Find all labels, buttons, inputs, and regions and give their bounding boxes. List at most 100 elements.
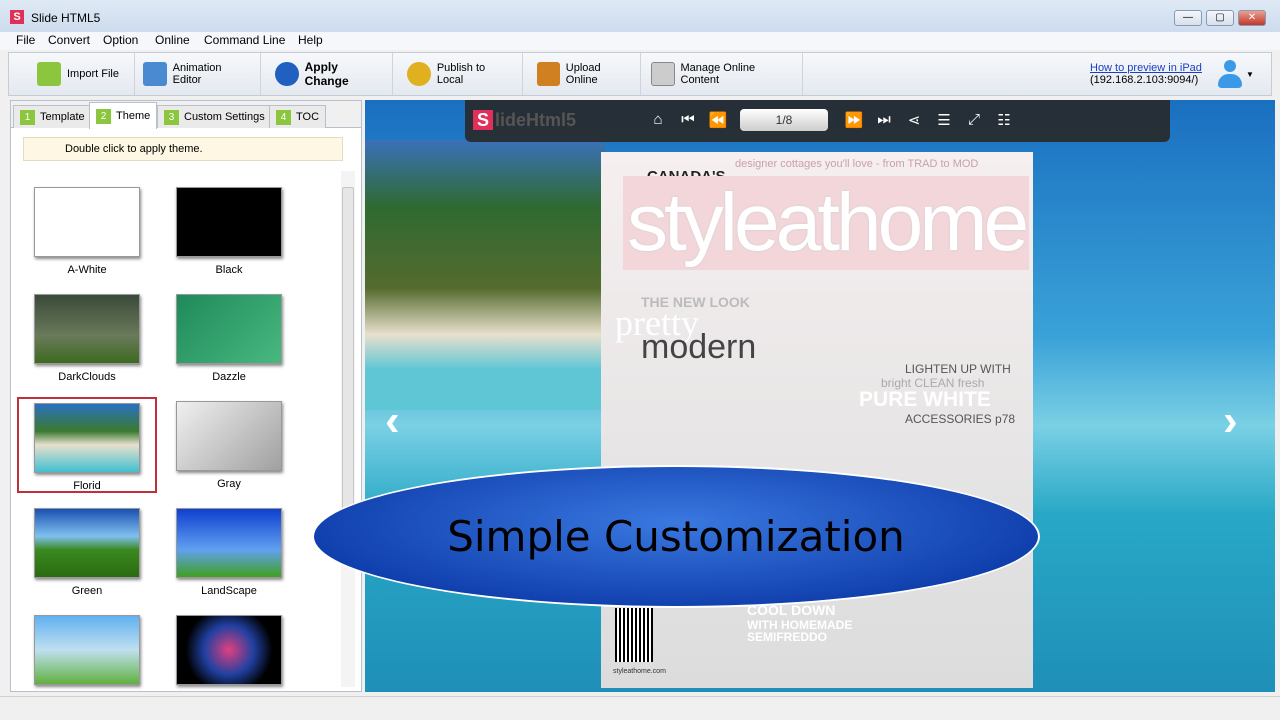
theme-thumbnail — [176, 294, 282, 364]
theme-florid[interactable]: Florid — [17, 397, 157, 493]
notes-icon[interactable]: ☰ — [933, 111, 955, 129]
ipad-preview: How to preview in iPad (192.168.2.103:90… — [1090, 62, 1202, 86]
menu-help[interactable]: Help — [298, 33, 323, 47]
title-bar: S Slide HTML5 — ▢ ✕ — [0, 0, 1280, 32]
theme-thumbnail — [176, 187, 282, 257]
beach-background — [365, 140, 605, 410]
mag-title: styleathome — [623, 176, 1029, 270]
tab-theme[interactable]: 2 Theme — [89, 102, 158, 129]
user-account-icon[interactable]: ▼ — [1218, 60, 1254, 90]
caption-banner: Simple Customization — [312, 465, 1040, 608]
apply-change-button[interactable]: Apply Change — [267, 53, 393, 95]
share-icon[interactable]: ⋖ — [903, 111, 925, 129]
scrollbar[interactable] — [341, 171, 355, 687]
theme-thumbnail — [34, 508, 140, 578]
ipad-preview-link[interactable]: How to preview in iPad — [1090, 62, 1202, 74]
theme-thumbnail — [176, 401, 282, 471]
manage-label: Manage Online Content — [680, 62, 756, 86]
theme-label: Dazzle — [212, 371, 246, 383]
panel-tabs: 1 Template 2 Theme 3 Custom Settings 4 TOC — [11, 101, 361, 129]
mag-text: styleathome.com — [613, 668, 666, 675]
theme-item[interactable] — [159, 611, 299, 707]
tab-label: Template — [40, 111, 85, 123]
mag-text: LIGHTEN UP WITH — [905, 362, 1011, 376]
prev-arrow-icon[interactable]: ‹ — [385, 396, 400, 446]
tab-label: Theme — [116, 110, 151, 122]
previous-page-icon[interactable]: ⏪ — [707, 111, 729, 129]
theme-label: Florid — [73, 480, 101, 492]
tab-label: TOC — [296, 111, 320, 123]
close-button[interactable]: ✕ — [1238, 10, 1266, 26]
menu-command-line[interactable]: Command Line — [204, 33, 285, 47]
theme-label: Gray — [217, 478, 241, 490]
next-page-icon[interactable]: ⏩ — [843, 111, 865, 129]
window-title: Slide HTML5 — [31, 11, 101, 25]
theme-thumbnail — [176, 615, 282, 685]
theme-black[interactable]: Black — [159, 183, 299, 279]
upload-online-icon — [537, 62, 560, 86]
mag-text: designer cottages you'll love - from TRA… — [735, 158, 979, 170]
upload-online-button[interactable]: Upload Online — [529, 53, 641, 95]
left-panel: 1 Template 2 Theme 3 Custom Settings 4 TOC D… — [10, 100, 362, 692]
barcode-icon — [615, 608, 653, 662]
tab-custom-settings[interactable]: 3 Custom Settings — [157, 105, 272, 128]
publish-to-local-button[interactable]: Publish to Local — [399, 53, 523, 95]
tab-label: Custom Settings — [184, 111, 265, 123]
status-bar — [0, 696, 1280, 720]
last-page-icon[interactable]: ⏭ — [873, 111, 895, 128]
maximize-button[interactable]: ▢ — [1206, 10, 1234, 26]
page-number-input[interactable]: 1/8 — [740, 109, 828, 131]
theme-dazzle[interactable]: Dazzle — [159, 290, 299, 386]
menu-option[interactable]: Option — [103, 33, 138, 47]
import-file-label: Import File — [67, 68, 119, 80]
home-icon[interactable]: ⌂ — [647, 111, 669, 128]
minimize-button[interactable]: — — [1174, 10, 1202, 26]
theme-thumbnail — [34, 403, 140, 473]
publish-label: Publish to Local — [436, 62, 486, 86]
tab-template[interactable]: 1 Template — [13, 105, 92, 128]
tab-number: 3 — [164, 109, 179, 125]
theme-label: A-White — [67, 264, 107, 276]
viewer-toolbar: SlideHtml5 ⌂ ⏮ ⏪ 1/8 ⏩ ⏭ ⋖ ☰ ⤢ ☷ — [465, 100, 1170, 142]
tab-number: 4 — [276, 109, 291, 125]
menu-file[interactable]: File — [16, 33, 35, 47]
next-arrow-icon[interactable]: › — [1223, 396, 1238, 446]
fullscreen-icon[interactable]: ⤢ — [963, 111, 985, 128]
animation-editor-label: Animation Editor — [172, 62, 222, 86]
theme-item[interactable] — [17, 611, 157, 707]
preview-area: SlideHtml5 ⌂ ⏮ ⏪ 1/8 ⏩ ⏭ ⋖ ☰ ⤢ ☷ ‹ › CAN… — [365, 100, 1275, 692]
theme-landscape[interactable]: LandScape — [159, 504, 299, 600]
ipad-address: (192.168.2.103:9094/) — [1090, 74, 1199, 86]
animation-editor-icon — [143, 62, 167, 86]
apply-change-icon — [275, 62, 299, 86]
animation-editor-button[interactable]: Animation Editor — [135, 53, 261, 95]
menu-convert[interactable]: Convert — [48, 33, 90, 47]
manage-online-content-button[interactable]: Manage Online Content — [643, 53, 803, 95]
tab-number: 1 — [20, 109, 35, 125]
theme-darkclouds[interactable]: DarkClouds — [17, 290, 157, 386]
toolbar: Import File Animation Editor Apply Chang… — [8, 52, 1272, 96]
publish-gears-icon — [407, 62, 431, 86]
hint-text: Double click to apply theme. — [23, 137, 343, 161]
mag-text: PURE WHITE — [859, 388, 991, 411]
tab-number: 2 — [96, 108, 111, 124]
apply-change-label: Apply Change — [304, 60, 349, 88]
tab-toc[interactable]: 4 TOC — [269, 105, 327, 128]
theme-label: LandScape — [201, 585, 257, 597]
theme-label: Green — [71, 585, 103, 597]
theme-label: DarkClouds — [58, 371, 116, 383]
thumbnails-icon[interactable]: ☷ — [993, 111, 1015, 129]
scrollbar-thumb[interactable] — [342, 187, 354, 517]
upload-label: Upload Online — [565, 62, 601, 86]
mag-text: SEMIFREDDO — [747, 630, 828, 644]
first-page-icon[interactable]: ⏮ — [677, 111, 699, 128]
menu-online[interactable]: Online — [155, 33, 190, 47]
theme-gray[interactable]: Gray — [159, 397, 299, 493]
theme-thumbnail — [34, 294, 140, 364]
theme-label: Black — [215, 264, 243, 276]
theme-thumbnail — [176, 508, 282, 578]
app-logo-icon: S — [10, 10, 24, 24]
theme-green[interactable]: Green — [17, 504, 157, 600]
theme-a-white[interactable]: A-White — [17, 183, 157, 279]
import-file-button[interactable]: Import File — [29, 53, 135, 95]
